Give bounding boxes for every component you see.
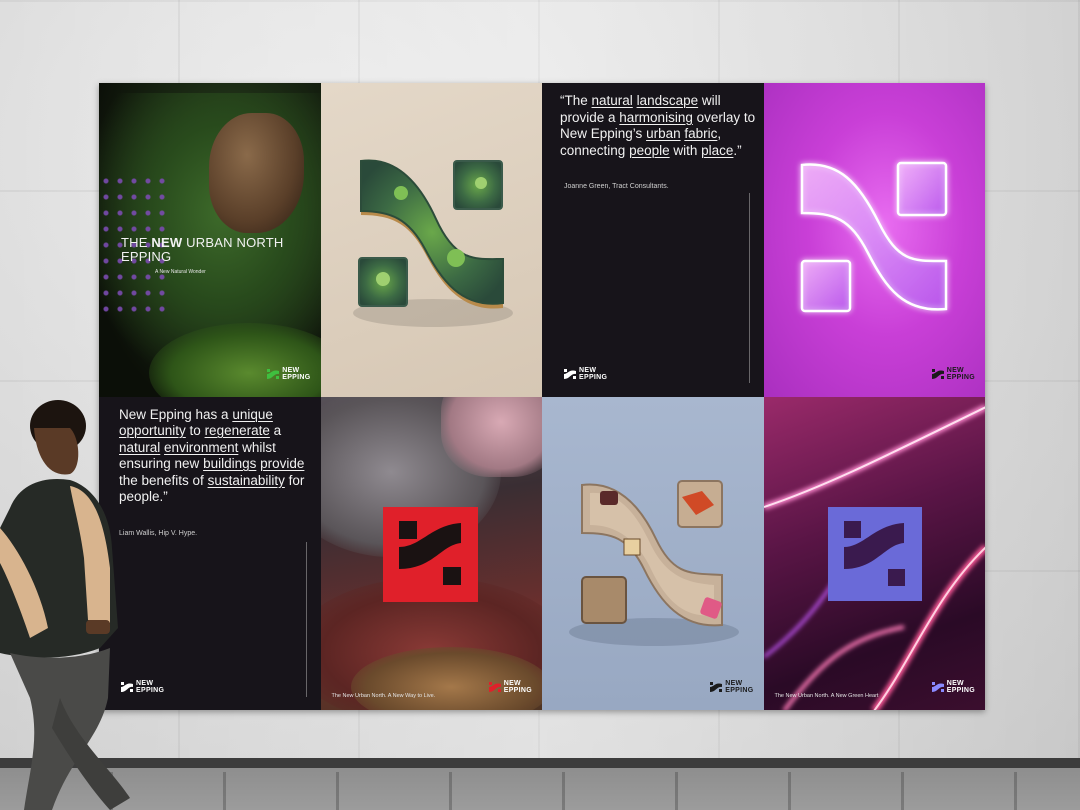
sofa-n-illustration [569, 479, 739, 646]
quote-attribution: Joanne Green, Tract Consultants. [564, 183, 669, 190]
poster-sofa-n: NEW EPPING [542, 396, 764, 710]
poster-subline: A New Natural Wonder [155, 269, 206, 275]
poster-quote-landscape: “The natural landscape will provide a ha… [542, 83, 764, 397]
brand-logo: NEW EPPING [488, 680, 532, 694]
n-logo-icon [931, 368, 944, 379]
poster-neon-purple-n: The New Urban North. A New Green Heart N… [763, 396, 985, 710]
neon-lines [763, 403, 985, 710]
n-logo-icon [710, 682, 723, 692]
poster-headline: THE NEW URBAN NORTH EPPING [121, 235, 284, 264]
n-logo-icon [488, 682, 501, 692]
poster-neon-n: NEW EPPING [763, 83, 985, 397]
rock [209, 113, 304, 233]
brand-logo: NEW EPPING [267, 367, 310, 381]
poster-caption: The New Urban North. A New Green Heart [774, 693, 879, 699]
brand-logo: NEW EPPING [931, 680, 975, 694]
n-logo-icon [267, 368, 280, 379]
planter-n-illustration [352, 159, 513, 327]
brand-logo: NEW EPPING [564, 367, 607, 381]
poster-planter-n [320, 83, 542, 397]
red-n-tile [382, 506, 478, 602]
poster-fabric-red-n: The New Urban North. A New Way to Live. … [320, 396, 542, 710]
poster-caption: The New Urban North. A New Way to Live. [331, 693, 436, 699]
poster-nature-headline: THE NEW URBAN NORTH EPPING A New Natural… [99, 83, 321, 397]
n-logo-icon [931, 682, 944, 692]
divider-line [749, 193, 750, 383]
divider-line [306, 541, 307, 697]
poster-board: THE NEW URBAN NORTH EPPING A New Natural… [99, 83, 985, 710]
neon-n-illustration [800, 161, 947, 313]
brand-logo: NEW EPPING [931, 367, 975, 381]
quote-text: “The natural landscape will provide a ha… [560, 93, 756, 158]
n-logo-icon [564, 368, 576, 379]
brand-logo: NEW EPPING [710, 680, 753, 694]
walking-person [0, 400, 130, 810]
